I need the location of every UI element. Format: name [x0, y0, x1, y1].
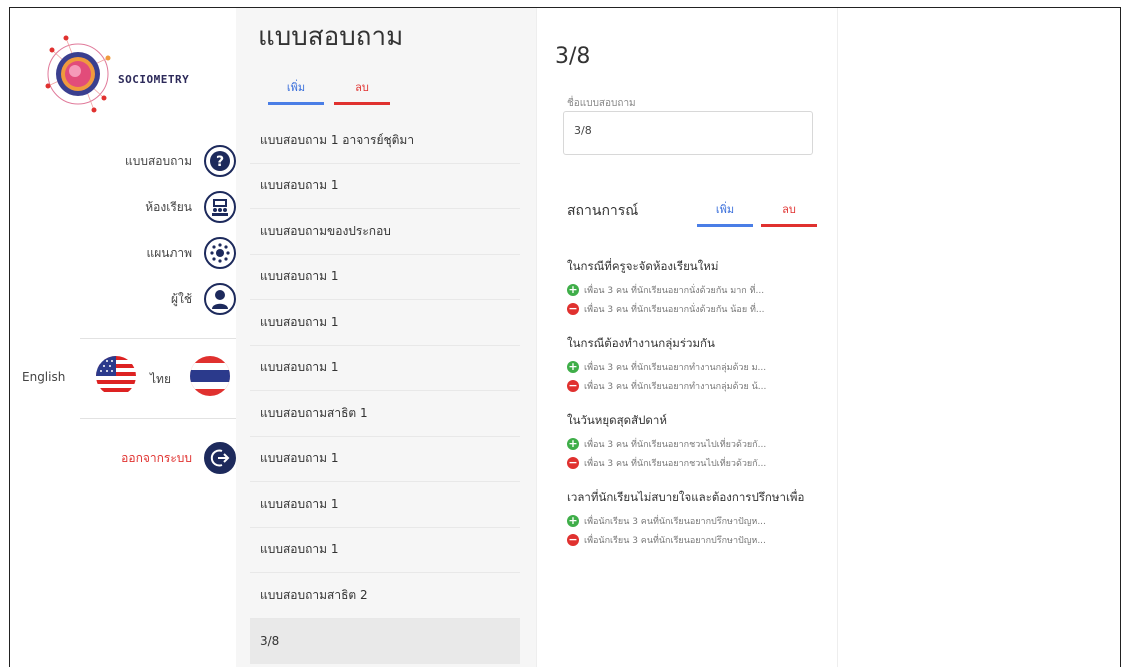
situations-title: สถานการณ์: [567, 203, 639, 219]
sidebar-item-classroom[interactable]: ห้องเรียน: [145, 188, 236, 226]
classroom-icon: [204, 191, 236, 223]
situation-negative: เพื่อนักเรียน 3 คนที่นักเรียนอยากปรึกษาป…: [584, 536, 766, 546]
sidebar: SOCIOMETRY แบบสอบถาม ? ห้องเรียน แผนภาพ …: [10, 8, 236, 667]
situation-negative: เพื่อน 3 คน ที่นักเรียนอยากทำงานกลุ่มด้ว…: [584, 382, 767, 392]
questionnaire-detail-panel: 3/8 ชื่อแบบสอบถาม 3/8 สถานการณ์ เพิ่ม ลบ…: [536, 8, 838, 667]
sidebar-item-label: ห้องเรียน: [145, 199, 192, 214]
minus-icon: −: [567, 456, 579, 469]
sidebar-item-label: แบบสอบถาม: [124, 153, 192, 168]
logout-icon: [204, 442, 236, 474]
situation-title: ในกรณีต้องทำงานกลุ่มร่วมกัน: [567, 336, 715, 350]
list-item[interactable]: แบบสอบถามของประกอบ: [250, 209, 520, 255]
thai-flag-icon[interactable]: [190, 356, 230, 396]
logout-label: ออกจากระบบ: [121, 450, 192, 465]
list-item-selected[interactable]: 3/8: [250, 618, 520, 664]
list-item[interactable]: แบบสอบถาม 1: [250, 437, 520, 482]
situation-negative: เพื่อน 3 คน ที่นักเรียนอยากชวนไปเที่ยวด้…: [584, 459, 767, 469]
list-item[interactable]: แบบสอบถาม 1: [250, 482, 520, 528]
minus-icon: −: [567, 379, 579, 392]
sidebar-item-questionnaire[interactable]: แบบสอบถาม ?: [125, 142, 236, 180]
plus-icon: +: [567, 437, 579, 450]
question-icon: ?: [204, 145, 236, 177]
sidebar-item-diagram[interactable]: แผนภาพ: [146, 234, 236, 272]
plus-icon: +: [567, 514, 579, 527]
brand-name: SOCIOMETRY: [118, 73, 190, 86]
detail-title: 3/8: [555, 44, 591, 69]
minus-icon: −: [567, 533, 579, 546]
logo-icon: [45, 35, 111, 113]
situation-positive: เพื่อน 3 คน ที่นักเรียนอยากชวนไปเที่ยวด้…: [584, 440, 767, 450]
situation-title: ในกรณีที่ครูจะจัดห้องเรียนใหม่: [567, 259, 719, 273]
language-switcher: English ไทย: [10, 356, 236, 396]
questionnaire-name-input[interactable]: 3/8: [563, 111, 813, 155]
delete-questionnaire-button[interactable]: ลบ: [334, 78, 390, 105]
plus-icon: +: [567, 360, 579, 373]
list-item[interactable]: แบบสอบถาม 1 อาจารย์ชุติมา: [250, 118, 520, 164]
page-title: แบบสอบถาม: [258, 22, 404, 52]
situation-positive: เพื่อน 3 คน ที่นักเรียนอยากทำงานกลุ่มด้ว…: [584, 363, 767, 373]
questionnaire-list: แบบสอบถาม 1 อาจารย์ชุติมา แบบสอบถาม 1 แบ…: [250, 118, 520, 664]
situation-negative: เพื่อน 3 คน ที่นักเรียนอยากนั่งด้วยกัน น…: [584, 305, 765, 315]
situation-title: เวลาที่นักเรียนไม่สบายใจและต้องการปรึกษา…: [567, 490, 805, 504]
list-item[interactable]: แบบสอบถาม 1: [250, 300, 520, 346]
us-flag-icon[interactable]: [96, 356, 136, 396]
sidebar-item-label: ผู้ใช้: [170, 291, 192, 306]
logo: SOCIOMETRY: [38, 28, 228, 118]
app-window: SOCIOMETRY แบบสอบถาม ? ห้องเรียน แผนภาพ …: [9, 7, 1121, 667]
situation-positive: เพื่อน 3 คน ที่นักเรียนอยากนั่งด้วยกัน ม…: [584, 286, 765, 296]
situation-item[interactable]: ในวันหยุดสุดสัปดาห์ + เพื่อน 3 คน ที่นักเ…: [567, 412, 827, 470]
add-questionnaire-button[interactable]: เพิ่ม: [268, 78, 324, 105]
plus-icon: +: [567, 283, 579, 296]
situation-title: ในวันหยุดสุดสัปดาห์: [567, 413, 667, 427]
svg-text:?: ?: [216, 154, 224, 170]
situation-list: ในกรณีที่ครูจะจัดห้องเรียนใหม่ + เพื่อน 3…: [567, 258, 827, 566]
list-item[interactable]: แบบสอบถามสาธิต 2: [250, 573, 520, 619]
divider: [80, 418, 236, 419]
questionnaire-name-label: ชื่อแบบสอบถาม: [567, 98, 636, 109]
list-item[interactable]: แบบสอบถาม 1: [250, 346, 520, 391]
situation-positive: เพื่อนักเรียน 3 คนที่นักเรียนอยากปรึกษาป…: [584, 517, 766, 527]
list-item[interactable]: แบบสอบถาม 1: [250, 255, 520, 300]
divider: [80, 338, 236, 339]
user-icon: [204, 283, 236, 315]
sidebar-item-label: แผนภาพ: [146, 245, 192, 260]
list-item[interactable]: แบบสอบถาม 1: [250, 164, 520, 209]
minus-icon: −: [567, 302, 579, 315]
network-icon: [204, 237, 236, 269]
list-item[interactable]: แบบสอบถามสาธิต 1: [250, 391, 520, 437]
logout-button[interactable]: ออกจากระบบ: [121, 442, 236, 474]
situation-item[interactable]: ในกรณีที่ครูจะจัดห้องเรียนใหม่ + เพื่อน 3…: [567, 258, 827, 316]
situation-item[interactable]: เวลาที่นักเรียนไม่สบายใจและต้องการปรึกษา…: [567, 489, 827, 547]
list-item[interactable]: แบบสอบถาม 1: [250, 528, 520, 573]
sidebar-item-users[interactable]: ผู้ใช้: [171, 280, 236, 318]
add-situation-button[interactable]: เพิ่ม: [697, 200, 753, 227]
questionnaire-list-panel: แบบสอบถาม เพิ่ม ลบ แบบสอบถาม 1 อาจารย์ชุ…: [236, 8, 536, 667]
language-thai-label: ไทย: [150, 372, 171, 386]
situation-item[interactable]: ในกรณีต้องทำงานกลุ่มร่วมกัน + เพื่อน 3 คน…: [567, 335, 827, 393]
delete-situation-button[interactable]: ลบ: [761, 200, 817, 227]
language-english-label: English: [22, 370, 66, 384]
